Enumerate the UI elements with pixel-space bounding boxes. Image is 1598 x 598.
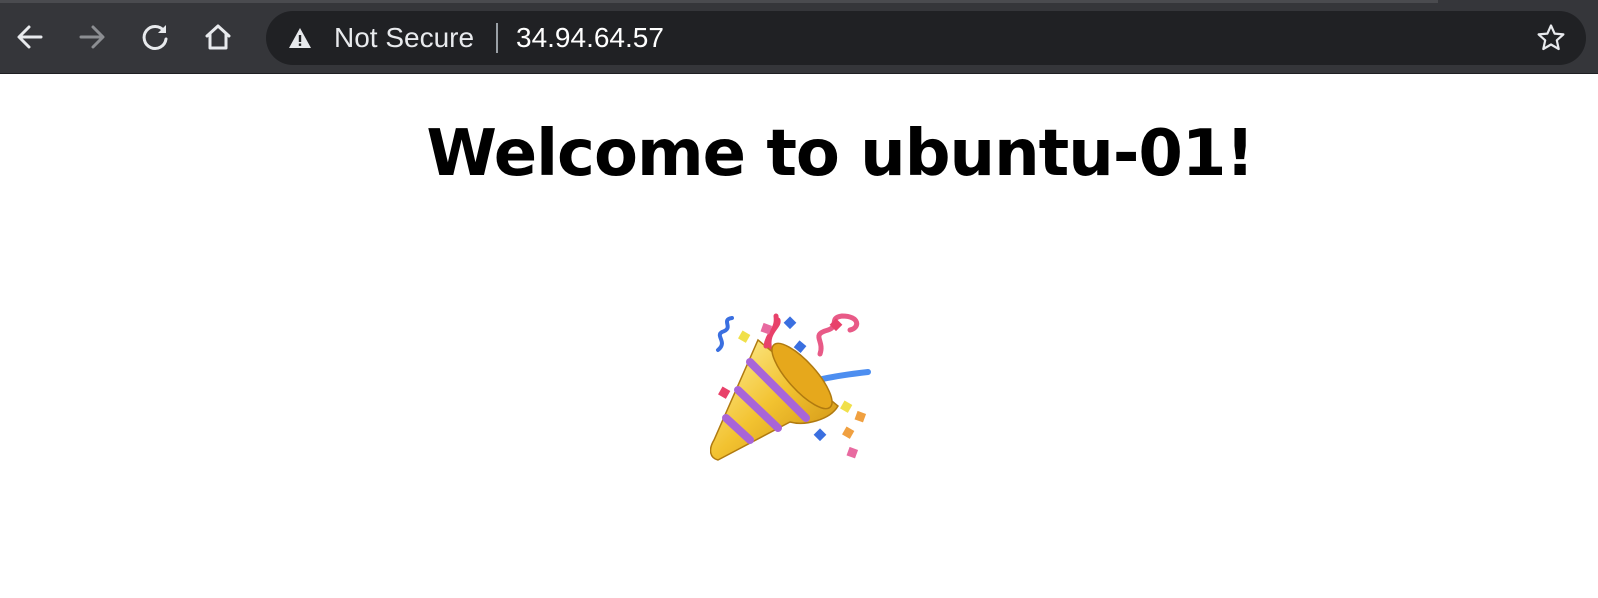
home-button[interactable] [198,17,238,57]
party-popper-icon [710,313,871,461]
page-content: Welcome to ubuntu-01! [0,74,1598,598]
arrow-left-icon [17,25,43,49]
security-status-label[interactable]: Not Secure [334,11,474,65]
warning-triangle-icon[interactable] [288,26,312,50]
forward-button[interactable] [72,17,112,57]
reload-icon [142,24,168,50]
omnibox[interactable]: Not Secure 34.94.64.57 [266,11,1586,65]
url-text[interactable]: 34.94.64.57 [516,11,664,65]
page-heading: Welcome to ubuntu-01! [426,117,1254,191]
star-icon[interactable] [1536,23,1566,53]
omnibox-divider [496,23,498,53]
tab-strip-edge [0,0,1438,3]
back-button[interactable] [10,17,50,57]
reload-button[interactable] [135,17,175,57]
arrow-right-icon [79,25,105,49]
browser-toolbar: Not Secure 34.94.64.57 [0,0,1598,74]
home-icon [205,24,231,50]
